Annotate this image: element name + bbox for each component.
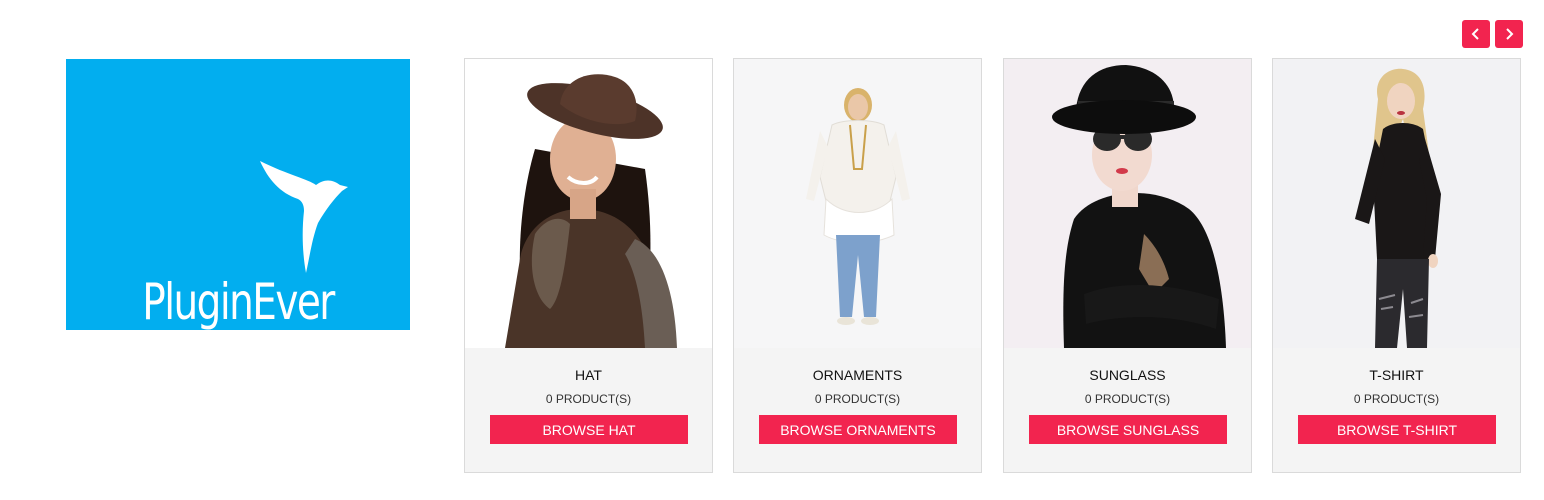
woman-in-sunglasses-photo: [1004, 59, 1251, 348]
brand-name: PluginEver: [142, 273, 335, 331]
category-title: HAT: [575, 367, 602, 383]
chevron-right-icon: [1506, 28, 1514, 40]
category-product-count: 0 PRODUCT(S): [1084, 392, 1171, 406]
category-card-t-shirt: T-SHIRT 0 PRODUCT(S) BROWSE T-SHIRT: [1272, 58, 1521, 473]
carousel-next-button[interactable]: [1495, 20, 1523, 48]
browse-t-shirt-button[interactable]: BROWSE T-SHIRT: [1298, 415, 1496, 444]
brand-logo: PluginEver: [66, 59, 410, 330]
bird-logo-icon: [260, 161, 348, 273]
woman-in-brown-hat-photo: [465, 59, 712, 348]
chevron-left-icon: [1471, 28, 1479, 40]
category-product-count: 0 PRODUCT(S): [814, 392, 901, 406]
category-card-ornaments: ORNAMENTS 0 PRODUCT(S) BROWSE ORNAMENTS: [733, 58, 982, 473]
browse-sunglass-button[interactable]: BROWSE SUNGLASS: [1029, 415, 1227, 444]
woman-in-black-top-photo: [1273, 59, 1520, 348]
category-image[interactable]: [1004, 59, 1251, 348]
category-title: T-SHIRT: [1369, 367, 1424, 383]
browse-hat-button[interactable]: BROWSE HAT: [490, 415, 688, 444]
woman-in-white-top-photo: [734, 59, 981, 348]
category-image[interactable]: [465, 59, 712, 348]
category-image[interactable]: [734, 59, 981, 348]
category-image[interactable]: [1273, 59, 1520, 348]
category-card-sunglass: SUNGLASS 0 PRODUCT(S) BROWSE SUNGLASS: [1003, 58, 1252, 473]
category-title: ORNAMENTS: [812, 367, 903, 383]
category-product-count: 0 PRODUCT(S): [1353, 392, 1440, 406]
category-product-count: 0 PRODUCT(S): [545, 392, 632, 406]
browse-ornaments-button[interactable]: BROWSE ORNAMENTS: [759, 415, 957, 444]
category-title: SUNGLASS: [1089, 367, 1166, 383]
carousel-prev-button[interactable]: [1462, 20, 1490, 48]
category-card-hat: HAT 0 PRODUCT(S) BROWSE HAT: [464, 58, 713, 473]
